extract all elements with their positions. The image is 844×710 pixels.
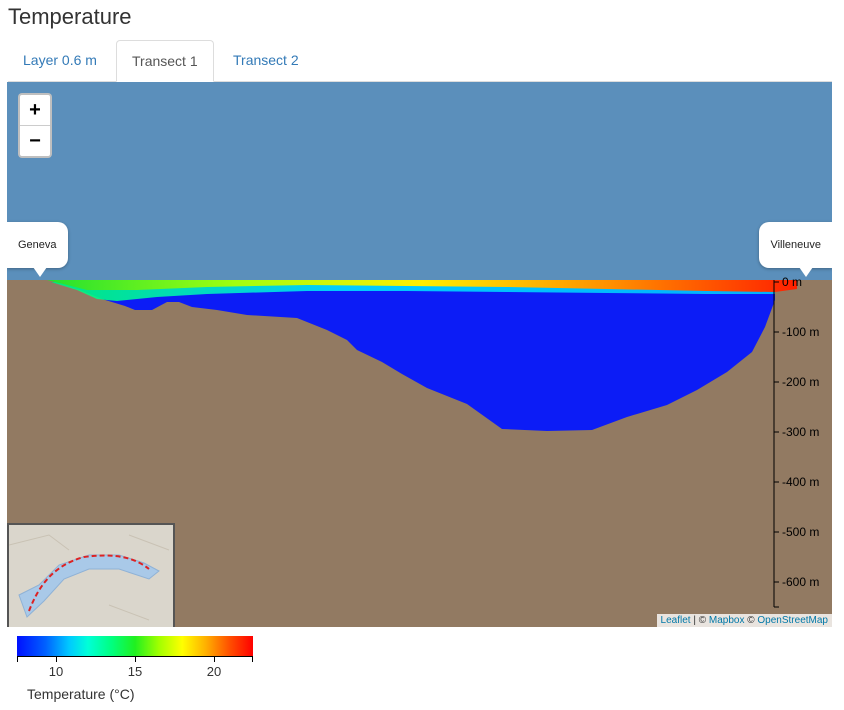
depth-tick-label: -200 m [782,375,819,389]
map-attribution: Leaflet | © Mapbox © OpenStreetMap [656,614,832,627]
page-title: Temperature [8,4,132,29]
map-view[interactable]: 0 m -100 m -200 m -300 m -400 m -500 m -… [7,82,832,627]
temperature-legend: 10 15 20 Temperature (°C) [17,636,253,702]
openstreetmap-link[interactable]: OpenStreetMap [757,615,828,626]
legend-tick-label: 15 [127,664,143,679]
overview-minimap[interactable] [7,523,175,627]
lake-minimap-image [9,525,173,627]
depth-tick-label: -300 m [782,425,819,439]
marker-villeneuve[interactable]: Villeneuve [759,222,832,277]
depth-tick-label: -400 m [782,475,819,489]
legend-title: Temperature (°C) [27,686,135,702]
tab-bar: Layer 0.6 m Transect 1 Transect 2 [8,40,832,82]
legend-tick-label: 10 [48,664,64,679]
depth-tick-label: 0 m [782,275,802,289]
tab-transect-2[interactable]: Transect 2 [218,40,314,80]
legend-tick-label: 20 [206,664,222,679]
legend-ticks: 10 15 20 [17,656,253,679]
color-scale-bar [17,636,253,656]
zoom-in-button[interactable]: + [20,95,50,125]
tab-layer-0-6m[interactable]: Layer 0.6 m [8,40,112,80]
tab-transect-1[interactable]: Transect 1 [116,40,214,82]
zoom-out-button[interactable]: − [20,125,50,156]
depth-tick-label: -100 m [782,325,819,339]
marker-geneva[interactable]: Geneva [7,222,68,277]
depth-tick-label: -500 m [782,525,819,539]
mapbox-link[interactable]: Mapbox [709,615,745,626]
leaflet-link[interactable]: Leaflet [661,615,691,626]
zoom-control: + − [18,93,52,158]
depth-tick-label: -600 m [782,575,819,589]
